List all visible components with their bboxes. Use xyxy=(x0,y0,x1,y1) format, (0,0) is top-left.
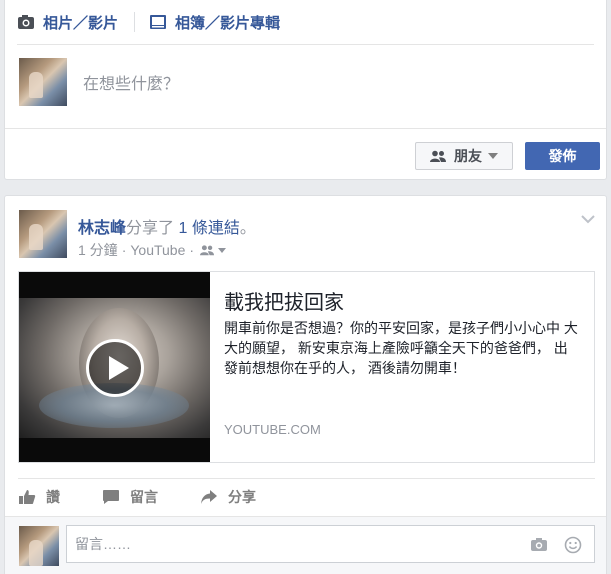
share-icon xyxy=(201,489,217,504)
like-label: 讚 xyxy=(46,488,60,505)
comment-input[interactable]: 留言…… xyxy=(66,525,595,563)
tab-photo-video-label: 相片／影片 xyxy=(43,14,119,32)
author-name-link[interactable]: 林志峰 xyxy=(78,220,126,237)
tab-divider xyxy=(134,12,136,32)
link-title[interactable]: 載我把拔回家 xyxy=(224,286,344,315)
avatar[interactable] xyxy=(19,58,67,106)
link-count[interactable]: 1 xyxy=(178,220,187,237)
composer-placeholder[interactable]: 在想些什麼？ xyxy=(83,70,179,94)
commenter-avatar[interactable] xyxy=(19,526,59,566)
friends-privacy-icon[interactable] xyxy=(200,244,215,256)
link-word[interactable]: 條連結 xyxy=(192,220,240,237)
timestamp-link[interactable]: 1 分鐘 xyxy=(78,240,118,260)
share-label: 分享 xyxy=(228,488,256,505)
story-action-text: 分享了 xyxy=(126,220,175,237)
album-icon xyxy=(150,15,167,29)
tab-album-label: 相簿／影片專輯 xyxy=(175,14,281,32)
comment-placeholder: 留言…… xyxy=(75,536,131,552)
post-button[interactable]: 發佈 xyxy=(525,142,600,170)
link-card-body: 載我把拔回家 開車前你是否想過？你的平安回家，是孩子們小小心中 大大的願望， 新… xyxy=(210,272,594,462)
share-button[interactable]: 分享 xyxy=(200,487,256,507)
video-thumbnail[interactable] xyxy=(19,272,210,462)
audience-label: 朋友 xyxy=(454,148,482,164)
link-domain: YOUTUBE.COM xyxy=(224,422,321,437)
story-meta: 1 分鐘 · YouTube · xyxy=(78,240,227,260)
like-icon xyxy=(19,489,36,504)
friends-icon xyxy=(430,150,446,162)
tab-photo-video[interactable]: 相片／影片 xyxy=(17,12,118,33)
camera-icon[interactable] xyxy=(530,537,548,552)
comment-composer: 留言…… xyxy=(5,516,606,574)
composer-tabs: 相片／影片 相簿／影片專輯 xyxy=(17,0,594,45)
source-label: YouTube xyxy=(130,242,186,258)
like-button[interactable]: 讚 xyxy=(18,487,60,507)
tab-album[interactable]: 相簿／影片專輯 xyxy=(149,12,280,33)
comment-icon xyxy=(103,489,119,504)
link-preview-card[interactable]: 載我把拔回家 開車前你是否想過？你的平安回家，是孩子們小小心中 大大的願望， 新… xyxy=(18,271,595,463)
story-options-chevron-icon[interactable] xyxy=(581,214,595,224)
privacy-chevron-icon[interactable] xyxy=(218,247,227,253)
audience-selector-button[interactable]: 朋友 xyxy=(415,142,513,170)
story-actions-bar: 讚 留言 分享 xyxy=(18,478,595,514)
feed-story: 林志峰分享了 1 條連結。 1 分鐘 · YouTube · 載我把拔回家 開車… xyxy=(4,195,607,574)
composer-footer: 朋友 發佈 xyxy=(5,128,606,180)
meta-dot: · xyxy=(189,242,195,258)
status-composer: 相片／影片 相簿／影片專輯 在想些什麼？ 朋友 發佈 xyxy=(4,0,607,180)
story-headline: 林志峰分享了 1 條連結。 xyxy=(78,214,256,238)
chevron-down-icon xyxy=(488,153,498,159)
emoji-icon[interactable] xyxy=(564,536,582,554)
link-description: 開車前你是否想過？你的平安回家，是孩子們小小心中 大大的願望， 新安東京海上產險… xyxy=(224,320,578,376)
composer-input-row[interactable]: 在想些什麼？ xyxy=(19,58,179,106)
comment-button[interactable]: 留言 xyxy=(102,487,158,507)
meta-dot: · xyxy=(121,242,127,258)
comment-label: 留言 xyxy=(130,488,158,505)
play-icon[interactable] xyxy=(86,339,144,397)
author-avatar[interactable] xyxy=(19,210,67,258)
headline-period: 。 xyxy=(239,220,256,237)
camera-icon xyxy=(18,15,34,29)
